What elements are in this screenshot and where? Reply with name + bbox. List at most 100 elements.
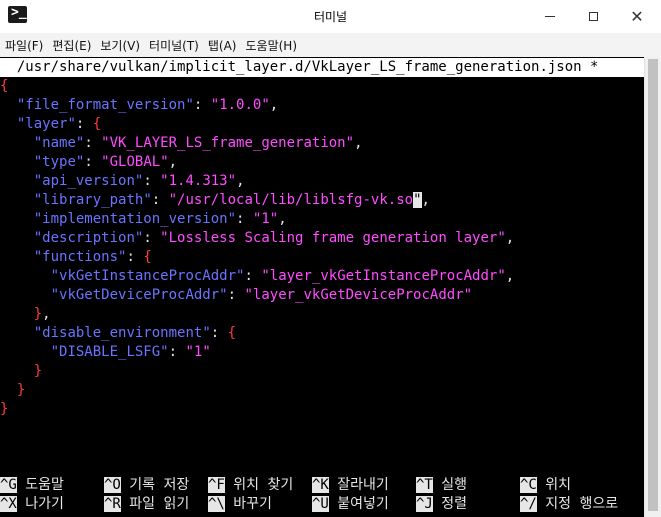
json-key: vkGetDeviceProcAddr: [59, 287, 220, 303]
code-line: "implementation_version": "1",: [33, 211, 287, 227]
json-key: implementation_version: [42, 211, 228, 227]
json-string: VK_LAYER_LS_frame_generation: [109, 135, 346, 151]
shortcut-label: 기록 저장: [129, 477, 190, 493]
vertical-scrollbar[interactable]: [644, 57, 661, 517]
code-line: "description": "Lossless Scaling frame g…: [33, 230, 515, 246]
shortcut-paste[interactable]: ^U 붙여넣기: [312, 495, 389, 514]
shortcut-key: ^R: [104, 496, 121, 512]
json-key: vkGetInstanceProcAddr: [59, 268, 237, 284]
json-string: layer_vkGetInstanceProcAddr: [269, 268, 498, 284]
shortcut-help[interactable]: ^G 도움말: [0, 476, 64, 495]
json-brace: {: [143, 249, 152, 265]
code-line: "file_format_version": "1.0.0",: [16, 97, 279, 113]
close-icon: ✕: [630, 6, 644, 26]
text-cursor: ": [413, 192, 422, 208]
code-line: }: [0, 362, 42, 381]
menu-view[interactable]: 보기(V): [95, 37, 144, 54]
code-line: },: [33, 306, 51, 322]
json-key: type: [42, 154, 76, 170]
shortcut-label: 바꾸기: [233, 496, 272, 512]
shortcut-row: ^G 도움말 ^O 기록 저장 ^F 위치 찾기 ^K 잘라내기 ^T 실행 ^…: [0, 476, 644, 495]
shortcut-key: ^F: [208, 477, 225, 493]
shortcut-label: 실행: [441, 477, 468, 493]
json-string: 1: [261, 211, 270, 227]
shortcut-label: 위치 찾기: [233, 477, 294, 493]
menu-bar: 파일(F) 편집(E) 보기(V) 터미널(T) 탭(A) 도움말(H): [0, 33, 661, 57]
shortcut-key: ^C: [520, 477, 537, 493]
json-brace: {: [92, 116, 102, 132]
json-key: functions: [42, 249, 119, 265]
shortcut-justify[interactable]: ^J 정렬: [416, 495, 467, 514]
json-string: 1.0.0: [219, 97, 262, 113]
shortcut-execute[interactable]: ^T 실행: [416, 476, 467, 495]
nano-header-bar: /usr/share/vulkan/implicit_layer.d/VkLay…: [0, 58, 644, 77]
code-line: "disable_environment": {: [33, 325, 237, 341]
nano-file-path: /usr/share/vulkan/implicit_layer.d/VkLay…: [0, 59, 599, 75]
shortcut-label: 붙여넣기: [337, 496, 389, 512]
shortcut-key: ^K: [312, 477, 329, 493]
shortcut-label: 정렬: [441, 496, 468, 512]
code-line: "type": "GLOBAL",: [33, 154, 178, 170]
json-key: layer: [25, 116, 68, 132]
json-string: 1: [193, 344, 203, 360]
code-line: "vkGetDeviceProcAddr": "layer_vkGetDevic…: [50, 287, 473, 303]
menu-terminal[interactable]: 터미널(T): [144, 37, 203, 54]
json-key: file_format_version: [25, 97, 186, 113]
shortcut-exit[interactable]: ^X 나가기: [0, 495, 64, 514]
menu-edit[interactable]: 편집(E): [47, 37, 95, 54]
code-line: "library_path": "/usr/local/lib/liblsfg-…: [33, 192, 430, 208]
json-key: description: [42, 230, 135, 246]
maximize-button[interactable]: [571, 0, 615, 33]
json-brace: }: [33, 306, 43, 322]
code-line: "layer": {: [16, 116, 102, 132]
json-brace: {: [0, 78, 9, 94]
shortcut-key: ^G: [0, 477, 17, 493]
scrollbar-thumb[interactable]: [648, 59, 658, 511]
json-key: DISABLE_LSFG: [59, 344, 161, 360]
json-brace: }: [16, 382, 26, 398]
menu-file[interactable]: 파일(F): [0, 37, 47, 54]
shortcut-key: ^T: [416, 477, 433, 493]
minimize-button[interactable]: [528, 0, 572, 33]
shortcut-key: ^\: [208, 496, 225, 512]
code-line: }: [0, 381, 25, 400]
shortcut-replace[interactable]: ^\ 바꾸기: [208, 495, 272, 514]
json-string: GLOBAL: [109, 154, 161, 170]
shortcut-key: ^U: [312, 496, 329, 512]
menu-help[interactable]: 도움말(H): [241, 37, 302, 54]
shortcut-cut[interactable]: ^K 잘라내기: [312, 476, 389, 495]
json-key: api_version: [42, 173, 135, 189]
shortcut-read-file[interactable]: ^R 파일 읽기: [104, 495, 189, 514]
json-brace: }: [0, 401, 9, 417]
title-bar: >_ 터미널 ✕: [0, 0, 661, 33]
json-brace: {: [227, 325, 237, 341]
shortcut-label: 위치: [545, 477, 572, 493]
json-key: disable_environment: [42, 325, 203, 341]
shortcut-location[interactable]: ^C 위치: [520, 476, 571, 495]
shortcut-key: ^X: [0, 496, 17, 512]
code-line: "api_version": "1.4.313",: [33, 173, 245, 189]
shortcut-key: ^J: [416, 496, 433, 512]
shortcut-label: 파일 읽기: [129, 496, 190, 512]
maximize-icon: [588, 12, 598, 21]
json-string: layer_vkGetDeviceProcAddr: [252, 287, 464, 303]
shortcut-label: 도움말: [25, 477, 64, 493]
shortcut-label: 지정 행으로: [545, 496, 619, 512]
shortcut-write-out[interactable]: ^O 기록 저장: [104, 476, 189, 495]
shortcut-row: ^X 나가기 ^R 파일 읽기 ^\ 바꾸기 ^U 붙여넣기 ^J 정렬 ^/ …: [0, 495, 644, 514]
shortcut-where-is[interactable]: ^F 위치 찾기: [208, 476, 293, 495]
json-key: name: [42, 135, 76, 151]
code-line: "functions": {: [33, 249, 152, 265]
json-string: /usr/local/lib/liblsfg-vk.so: [177, 192, 414, 208]
shortcut-label: 잘라내기: [337, 477, 389, 493]
shortcut-key: ^O: [104, 477, 121, 493]
code-line: "DISABLE_LSFG": "1": [50, 344, 211, 360]
terminal-area[interactable]: /usr/share/vulkan/implicit_layer.d/VkLay…: [0, 57, 661, 517]
close-button[interactable]: ✕: [615, 0, 659, 33]
menu-tab[interactable]: 탭(A): [203, 37, 241, 54]
shortcut-go-to-line[interactable]: ^/ 지정 행으로: [520, 495, 618, 514]
code-line: "name": "VK_LAYER_LS_frame_generation",: [33, 135, 363, 151]
minimize-icon: [545, 16, 555, 17]
shortcut-label: 나가기: [25, 496, 64, 512]
json-string: 1.4.313: [168, 173, 228, 189]
